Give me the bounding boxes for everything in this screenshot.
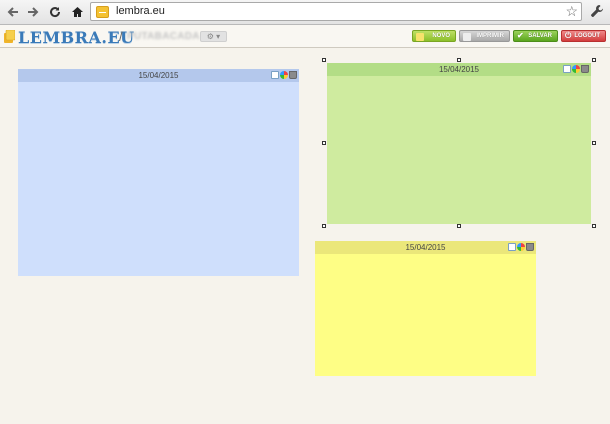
edit-icon[interactable] — [563, 65, 571, 73]
header-divider — [0, 47, 610, 48]
trash-icon[interactable] — [289, 71, 297, 79]
salvar-label: SALVAR — [528, 33, 552, 39]
edit-icon[interactable] — [508, 243, 516, 251]
site-favicon-icon — [96, 6, 109, 18]
logout-label: LOGOUT — [574, 33, 600, 39]
resize-handle-e[interactable] — [592, 141, 596, 145]
resize-handle-sw[interactable] — [322, 224, 326, 228]
printer-icon — [463, 33, 471, 41]
note-green[interactable]: 15/04/2015 — [327, 63, 591, 224]
logo-text[interactable]: LEMBRA.EU — [18, 28, 135, 47]
imprimir-button[interactable]: IMPRIMIR — [459, 30, 510, 42]
home-icon[interactable] — [68, 3, 86, 21]
new-note-icon — [416, 33, 424, 41]
novo-label: NOVO — [432, 33, 450, 39]
wrench-icon[interactable] — [590, 4, 604, 23]
imprimir-label: IMPRIMIR — [476, 33, 504, 39]
arrow-right-icon[interactable] — [24, 3, 42, 21]
breadcrumb-separator: / — [119, 29, 123, 44]
note-header[interactable]: 15/04/2015 — [315, 241, 536, 254]
url-text[interactable]: lembra.eu — [116, 5, 165, 17]
resize-handle-se[interactable] — [592, 224, 596, 228]
app-header: LEMBRA.EU / PUTABACADA ⚙ ▾ NOVO IMPRIMIR… — [0, 25, 610, 47]
settings-dropdown-button[interactable]: ⚙ ▾ — [200, 31, 227, 42]
resize-handle-n[interactable] — [457, 58, 461, 62]
color-picker-icon[interactable] — [517, 243, 525, 251]
note-body[interactable] — [327, 76, 591, 224]
address-bar[interactable]: lembra.eu ☆ — [90, 2, 582, 21]
username: PUTABACADA — [127, 31, 200, 42]
salvar-button[interactable]: ✔ SALVAR — [513, 30, 558, 42]
novo-button[interactable]: NOVO — [412, 30, 456, 42]
color-picker-icon[interactable] — [280, 71, 288, 79]
checkmark-icon: ✔ — [517, 31, 524, 40]
note-header[interactable]: 15/04/2015 — [327, 63, 591, 76]
note-date: 15/04/2015 — [405, 243, 446, 252]
note-date: 15/04/2015 — [438, 65, 480, 74]
note-yellow[interactable]: 15/04/2015 — [315, 241, 536, 376]
trash-icon[interactable] — [526, 243, 534, 251]
logout-button[interactable]: ⏻ LOGOUT — [561, 30, 606, 42]
note-blue[interactable]: 15/04/2015 — [18, 69, 299, 276]
note-date: 15/04/2015 — [138, 71, 179, 80]
arrow-left-icon[interactable] — [4, 3, 22, 21]
star-icon[interactable]: ☆ — [565, 3, 578, 20]
gear-icon: ⚙ ▾ — [206, 32, 221, 41]
logo-icon — [4, 30, 15, 43]
note-header[interactable]: 15/04/2015 — [18, 69, 299, 83]
edit-icon[interactable] — [271, 71, 279, 79]
reload-icon[interactable] — [46, 3, 64, 21]
note-body[interactable] — [315, 254, 536, 376]
trash-icon[interactable] — [581, 65, 589, 73]
resize-handle-nw[interactable] — [322, 58, 326, 62]
note-body[interactable] — [18, 82, 299, 276]
power-icon: ⏻ — [565, 31, 572, 40]
resize-handle-ne[interactable] — [592, 58, 596, 62]
color-picker-icon[interactable] — [572, 65, 580, 73]
resize-handle-w[interactable] — [322, 141, 326, 145]
browser-toolbar: lembra.eu ☆ — [0, 0, 610, 25]
resize-handle-s[interactable] — [457, 224, 461, 228]
